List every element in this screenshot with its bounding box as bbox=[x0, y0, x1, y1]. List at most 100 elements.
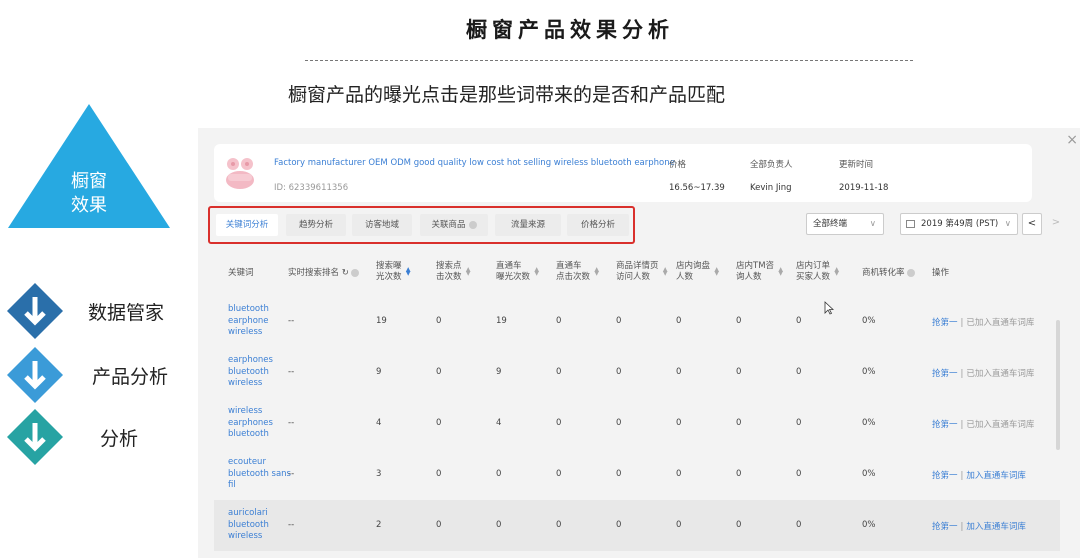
tab-traffic-source[interactable]: 流量来源 bbox=[495, 214, 561, 236]
bid-first-link[interactable]: 抢第一 bbox=[932, 369, 958, 379]
cell-rank: -- bbox=[288, 367, 295, 377]
keyword-link[interactable]: ecouteur bluetooth sans fil bbox=[228, 457, 292, 492]
next-week-button[interactable]: > bbox=[1046, 213, 1066, 235]
week-select[interactable]: 2019 第49周 (PST) ∨ bbox=[900, 213, 1018, 235]
prev-week-button[interactable]: < bbox=[1022, 213, 1042, 235]
col-header-search-clicks[interactable]: 搜索点 击次数 ▲ ▼ bbox=[436, 261, 471, 283]
action-separator: | bbox=[960, 318, 964, 328]
cell-search-clicks: 0 bbox=[436, 469, 442, 479]
col-header-tm-inquiry-users[interactable]: 店内TM咨 询人数 ▲ ▼ bbox=[736, 261, 783, 283]
nav-item-data-manager[interactable]: 数据管家 bbox=[6, 282, 206, 342]
col-header-rank[interactable]: 实时搜索排名 ↻ bbox=[288, 268, 359, 279]
col-header-line2: 买家人数 bbox=[796, 272, 831, 282]
cell-conversion-rate: 0% bbox=[862, 520, 876, 530]
bid-first-link[interactable]: 抢第一 bbox=[932, 318, 958, 328]
chevron-down-icon: ∨ bbox=[869, 219, 876, 229]
cell-conversion-rate: 0% bbox=[862, 418, 876, 428]
col-header-line1: 店内订单 bbox=[796, 261, 831, 271]
cell-rank: -- bbox=[288, 316, 295, 326]
product-card: Factory manufacturer OEM ODM good qualit… bbox=[214, 144, 1032, 202]
keyword-line: wireless bbox=[228, 327, 263, 337]
table-row: earphones bluetooth wireless -- 9 0 9 0 0 … bbox=[214, 347, 1060, 398]
col-header-conversion-rate[interactable]: 商机转化率 bbox=[862, 268, 915, 279]
col-header-p4p-clicks[interactable]: 直通车 点击次数 ▲ ▼ bbox=[556, 261, 599, 283]
triangle-label-line1: 橱窗 bbox=[71, 171, 107, 192]
col-header-line2: 询人数 bbox=[736, 272, 762, 282]
bid-first-link[interactable]: 抢第一 bbox=[932, 471, 958, 481]
down-arrow-diamond-icon bbox=[6, 408, 64, 466]
triangle-label-line2: 效果 bbox=[71, 195, 107, 216]
close-icon[interactable]: × bbox=[1066, 132, 1078, 148]
cell-search-clicks: 0 bbox=[436, 418, 442, 428]
product-name-link[interactable]: Factory manufacturer OEM ODM good qualit… bbox=[274, 158, 675, 168]
cell-inquiry-users: 0 bbox=[676, 469, 682, 479]
analysis-panel: × Factory manufacturer OEM ODM good qual… bbox=[198, 128, 1080, 558]
cell-order-buyers: 0 bbox=[796, 469, 802, 479]
keyword-link[interactable]: earphones bluetooth wireless bbox=[228, 355, 276, 390]
keyword-line: bluetooth bbox=[228, 366, 269, 377]
col-header-line2: 访问人数 bbox=[616, 272, 651, 282]
table-header: 关键词 实时搜索排名 ↻ 搜索曝 光次数 ▲ ▼ 搜索点 击次数 ▲ ▼ 直通车 曝光次数 ▲ ▼… bbox=[198, 256, 1068, 296]
refresh-icon[interactable]: ↻ bbox=[342, 268, 349, 278]
col-header-line1: 直通车 bbox=[496, 261, 522, 271]
slide-subtitle: 橱窗产品的曝光点击是那些词带来的是否和产品匹配 bbox=[288, 84, 726, 106]
keyword-link[interactable]: bluetooth earphone wireless bbox=[228, 304, 276, 339]
cell-p4p-clicks: 0 bbox=[556, 469, 562, 479]
tab-related-products[interactable]: 关联商品 bbox=[420, 214, 488, 236]
terminal-select[interactable]: 全部终端 ∨ bbox=[806, 213, 884, 235]
keyword-line: wireless bbox=[228, 531, 263, 541]
nav-item-analysis[interactable]: 分析 bbox=[6, 408, 206, 468]
cell-order-buyers: 0 bbox=[796, 316, 802, 326]
cell-p4p-impressions: 9 bbox=[496, 367, 502, 377]
price-value: 16.56~17.39 bbox=[669, 183, 725, 193]
tab-trend-analysis[interactable]: 趋势分析 bbox=[286, 214, 346, 236]
col-header-line1: 搜索点 bbox=[436, 261, 462, 271]
col-header-line1: 店内TM咨 bbox=[736, 261, 775, 271]
col-header-p4p-impressions[interactable]: 直通车 曝光次数 ▲ ▼ bbox=[496, 261, 539, 283]
cell-p4p-clicks: 0 bbox=[556, 520, 562, 530]
price-label: 价格 bbox=[669, 160, 687, 170]
week-select-value: 2019 第49周 (PST) bbox=[921, 219, 999, 229]
tab-price-analysis[interactable]: 价格分析 bbox=[567, 214, 629, 236]
sort-icon: ▲ ▼ bbox=[534, 266, 540, 277]
slide-title: 橱窗产品效果分析 bbox=[466, 18, 674, 42]
nav-label-analysis: 分析 bbox=[100, 428, 139, 450]
cell-conversion-rate: 0% bbox=[862, 469, 876, 479]
keyword-link[interactable]: wireless earphones bluetooth bbox=[228, 406, 276, 441]
keyword-line: wireless bbox=[228, 406, 263, 416]
owner-label: 全部负责人 bbox=[750, 160, 793, 170]
add-to-p4p-link[interactable]: 加入直通车词库 bbox=[966, 471, 1026, 481]
col-header-line2: 人数 bbox=[676, 272, 694, 282]
cell-detail-visitors: 0 bbox=[616, 316, 622, 326]
cell-detail-visitors: 0 bbox=[616, 469, 622, 479]
tab-keyword-analysis[interactable]: 关键词分析 bbox=[216, 214, 278, 236]
keyword-link[interactable]: auricolari bluetooth wireless bbox=[228, 508, 276, 543]
help-icon bbox=[350, 268, 359, 277]
add-to-p4p-link[interactable]: 加入直通车词库 bbox=[966, 522, 1026, 532]
cell-conversion-rate: 0% bbox=[862, 367, 876, 377]
keyword-line: bluetooth bbox=[228, 304, 269, 314]
col-header-order-buyers[interactable]: 店内订单 买家人数 ▲ ▼ bbox=[796, 261, 839, 283]
col-header-search-impressions[interactable]: 搜索曝 光次数 ▲ ▼ bbox=[376, 261, 411, 283]
tab-visitor-region[interactable]: 访客地域 bbox=[352, 214, 412, 236]
cell-tm-inquiry-users: 0 bbox=[736, 316, 742, 326]
cell-p4p-clicks: 0 bbox=[556, 316, 562, 326]
keyword-line: bluetooth bbox=[228, 519, 269, 530]
bid-first-link[interactable]: 抢第一 bbox=[932, 522, 958, 532]
bid-first-link[interactable]: 抢第一 bbox=[932, 420, 958, 430]
action-separator: | bbox=[960, 420, 964, 430]
cell-detail-visitors: 0 bbox=[616, 520, 622, 530]
cell-rank: -- bbox=[288, 469, 295, 479]
col-header-detail-visitors[interactable]: 商品详情页 访问人数 ▲ ▼ bbox=[616, 261, 668, 283]
cell-search-impressions: 2 bbox=[376, 520, 382, 530]
cell-conversion-rate: 0% bbox=[862, 316, 876, 326]
nav-item-product-analysis[interactable]: 产品分析 bbox=[6, 346, 206, 406]
table-scrollbar[interactable] bbox=[1056, 320, 1060, 450]
keyword-line: bluetooth sans bbox=[228, 468, 291, 479]
col-header-inquiry-users[interactable]: 店内询盘 人数 ▲ ▼ bbox=[676, 261, 719, 283]
col-header-line1: 搜索曝 bbox=[376, 261, 402, 271]
keyword-line: auricolari bbox=[228, 508, 268, 518]
row-actions: 抢第一 | 已加入直通车词库 bbox=[932, 367, 1034, 379]
col-header-line2: 击次数 bbox=[436, 272, 462, 282]
keyword-line: ecouteur bbox=[228, 457, 266, 467]
